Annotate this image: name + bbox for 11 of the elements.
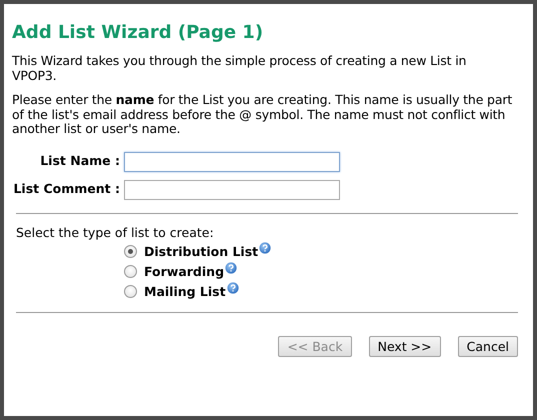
option-label: Distribution List — [144, 244, 258, 258]
wizard-button[interactable]: Next >> — [368, 336, 441, 356]
instructions-text: Please enter the name for the List you are creating. This name is usually the part of the list's email address before the @ symbol. The name must not conflict with another list or user's name. — [12, 93, 514, 136]
wizard-button[interactable]: Cancel — [458, 336, 518, 356]
list-type-prompt: Select the type of list to create: — [16, 224, 215, 240]
option-label: Mailing List — [144, 284, 226, 298]
option-label: Forwarding — [144, 264, 224, 278]
field-label: List Comment : — [12, 180, 120, 196]
wizard-title: Add List Wizard (Page 1) — [12, 22, 264, 44]
intro-text: This Wizard takes you through the simple process of creating a new List in VPOP3. — [12, 54, 468, 83]
field-label: List Name : — [39, 152, 120, 168]
